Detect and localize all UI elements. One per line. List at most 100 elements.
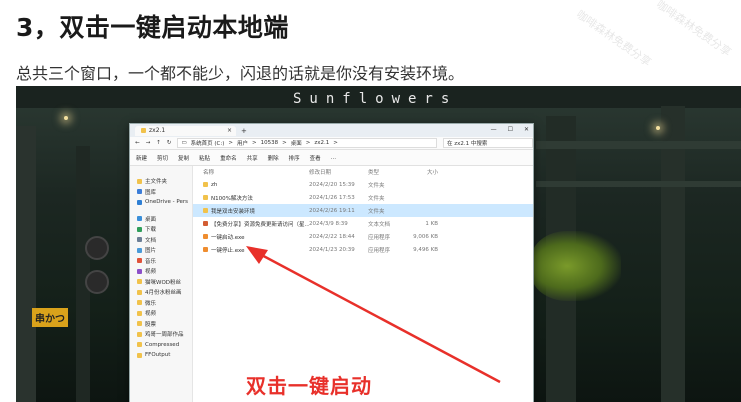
nav-item[interactable]: 股票: [130, 319, 192, 330]
minimize-button[interactable]: —: [491, 126, 497, 133]
view-button[interactable]: 查看: [310, 154, 321, 162]
shop-sign: 串かつ: [32, 308, 68, 327]
file-date: 2024/2/26 19:11: [309, 207, 355, 214]
nav-item-icon: [137, 321, 142, 327]
file-name-cell: N100%解决方法: [203, 194, 309, 202]
nav-item-label: 图库: [145, 189, 157, 196]
nav-item[interactable]: 桌面: [130, 214, 192, 225]
column-type[interactable]: 类型: [368, 168, 413, 176]
nav-item-icon: [137, 178, 142, 184]
nav-item[interactable]: 鸡哥一周部作品: [130, 329, 192, 340]
exe-file-icon: [203, 234, 208, 239]
nav-item[interactable]: Compressed: [130, 340, 192, 351]
sunflowers-banner: Sunflowers: [293, 91, 458, 107]
text-file-icon: [203, 221, 208, 226]
maximize-button[interactable]: ☐: [508, 126, 513, 133]
nav-item-icon: [137, 300, 142, 306]
paste-button[interactable]: 粘贴: [199, 154, 210, 162]
file-size: 9,006 KB: [413, 233, 438, 240]
nav-item[interactable]: 猫咪WOD粉丝: [130, 277, 192, 288]
close-button[interactable]: ✕: [524, 126, 529, 133]
nav-item[interactable]: OneDrive - Pers: [130, 197, 192, 208]
address-path[interactable]: ▭ 系统首页 (C:) > 用户 > 10538 > 桌面 > zx2.1 >: [177, 138, 437, 148]
folder-icon: [203, 208, 208, 213]
breadcrumb-segment[interactable]: 10538: [261, 140, 279, 146]
file-list: 名称 修改日期 类型 大小 zh 2024/2/20 15:39 文件夹 N100%解…: [193, 166, 533, 402]
chevron-right-icon: >: [252, 140, 257, 146]
exe-file-icon: [203, 247, 208, 252]
close-tab-icon[interactable]: ×: [227, 127, 232, 134]
more-button[interactable]: …: [331, 155, 337, 161]
section-heading: 3，双击一键启动本地端: [16, 13, 289, 42]
column-header-row: 名称 修改日期 类型 大小: [193, 166, 533, 178]
tab-zx21[interactable]: zx2.1 ×: [135, 125, 236, 136]
nav-item-label: 主文件夹: [145, 179, 168, 186]
delete-button[interactable]: 删除: [268, 154, 279, 162]
file-row[interactable]: 一键停止.exe 2024/1/23 20:39 应用程序 9,496 KB: [193, 243, 533, 256]
new-button[interactable]: 新建: [136, 154, 147, 162]
refresh-icon[interactable]: ↻: [167, 140, 172, 146]
copy-button[interactable]: 复制: [178, 154, 189, 162]
file-explorer-window: zx2.1 × + — ☐ ✕ ← → ↑ ↻ ▭ 系统首页 (C:) > 用户…: [129, 123, 534, 402]
search-placeholder: 在 zx2.1 中搜索: [447, 141, 488, 147]
nav-item-icon: [137, 342, 142, 348]
file-name-cell: 我是双击安装环境: [203, 207, 309, 215]
nav-item-label: 猫咪WOD粉丝: [145, 279, 182, 286]
breadcrumb-segment[interactable]: 桌面: [291, 139, 302, 147]
watermark: 咖啡森林免费分享: [653, 0, 734, 59]
new-tab-button[interactable]: +: [241, 127, 247, 135]
file-row[interactable]: N100%解决方法 2024/1/26 17:53 文件夹: [193, 191, 533, 204]
round-sign: [85, 236, 109, 260]
lamp: [656, 126, 660, 130]
nav-item[interactable]: 4月份水粉丝画: [130, 287, 192, 298]
nav-item-label: 文档: [145, 237, 157, 244]
file-row[interactable]: zh 2024/2/20 15:39 文件夹: [193, 178, 533, 191]
file-type: 应用程序: [368, 247, 391, 254]
nav-item-label: 视频: [145, 311, 157, 318]
nav-item[interactable]: 音乐: [130, 256, 192, 267]
tab-bar: zx2.1 × + — ☐ ✕: [130, 124, 533, 137]
nav-item[interactable]: 主文件夹: [130, 176, 192, 187]
search-input[interactable]: 在 zx2.1 中搜索: [443, 138, 533, 148]
file-date: 2024/3/9 8:39: [309, 220, 348, 227]
round-sign: [85, 270, 109, 294]
up-arrow-icon[interactable]: ↑: [156, 140, 161, 146]
command-toolbar: 新建 剪切 复制 粘贴 重命名 共享 删除 排序 查看 …: [130, 150, 533, 166]
column-size[interactable]: 大小: [413, 168, 438, 176]
file-row[interactable]: 我是双击安装环境 2024/2/26 19:11 文件夹: [193, 204, 533, 217]
folder-icon: [203, 182, 208, 187]
nav-item[interactable]: FFOutput: [130, 350, 192, 361]
column-date[interactable]: 修改日期: [309, 168, 368, 176]
nav-item[interactable]: 下载: [130, 224, 192, 235]
file-name: N100%解决方法: [211, 195, 253, 202]
file-type: 文件夹: [368, 195, 385, 202]
watermark: 咖啡森林免费分享: [573, 7, 654, 69]
nav-item[interactable]: 图库: [130, 187, 192, 198]
file-date: 2024/2/22 18:44: [309, 233, 355, 240]
breadcrumb-segment[interactable]: 系统首页 (C:): [191, 139, 225, 147]
nav-item[interactable]: 视频: [130, 266, 192, 277]
cut-button[interactable]: 剪切: [157, 154, 168, 162]
file-name-cell: 一键启动.exe: [203, 233, 309, 241]
share-button[interactable]: 共享: [247, 154, 258, 162]
nav-item[interactable]: 微乐: [130, 298, 192, 309]
monitor-icon: ▭: [181, 140, 187, 146]
nav-item-label: 4月份水粉丝画: [145, 290, 182, 297]
nav-item-label: 视频: [145, 269, 157, 276]
nav-item[interactable]: 图片: [130, 245, 192, 256]
nav-item[interactable]: 视频: [130, 308, 192, 319]
nav-item-label: 图片: [145, 248, 157, 255]
breadcrumb-segment[interactable]: zx2.1: [314, 140, 329, 146]
column-name[interactable]: 名称: [203, 168, 309, 176]
breadcrumb-segment[interactable]: 用户: [237, 139, 248, 147]
file-name: 【免费分享】资源免费更新请访问（星...: [211, 221, 309, 228]
sort-button[interactable]: 排序: [289, 154, 300, 162]
file-row[interactable]: 【免费分享】资源免费更新请访问（星... 2024/3/9 8:39 文本文档 1 K…: [193, 217, 533, 230]
nav-item[interactable]: 文档: [130, 235, 192, 246]
back-arrow-icon[interactable]: ←: [135, 140, 140, 146]
file-row[interactable]: 一键启动.exe 2024/2/22 18:44 应用程序 9,006 KB: [193, 230, 533, 243]
file-date: 2024/2/20 15:39: [309, 181, 355, 188]
rename-button[interactable]: 重命名: [220, 154, 237, 162]
forward-arrow-icon[interactable]: →: [146, 140, 151, 146]
file-type: 文件夹: [368, 182, 385, 189]
